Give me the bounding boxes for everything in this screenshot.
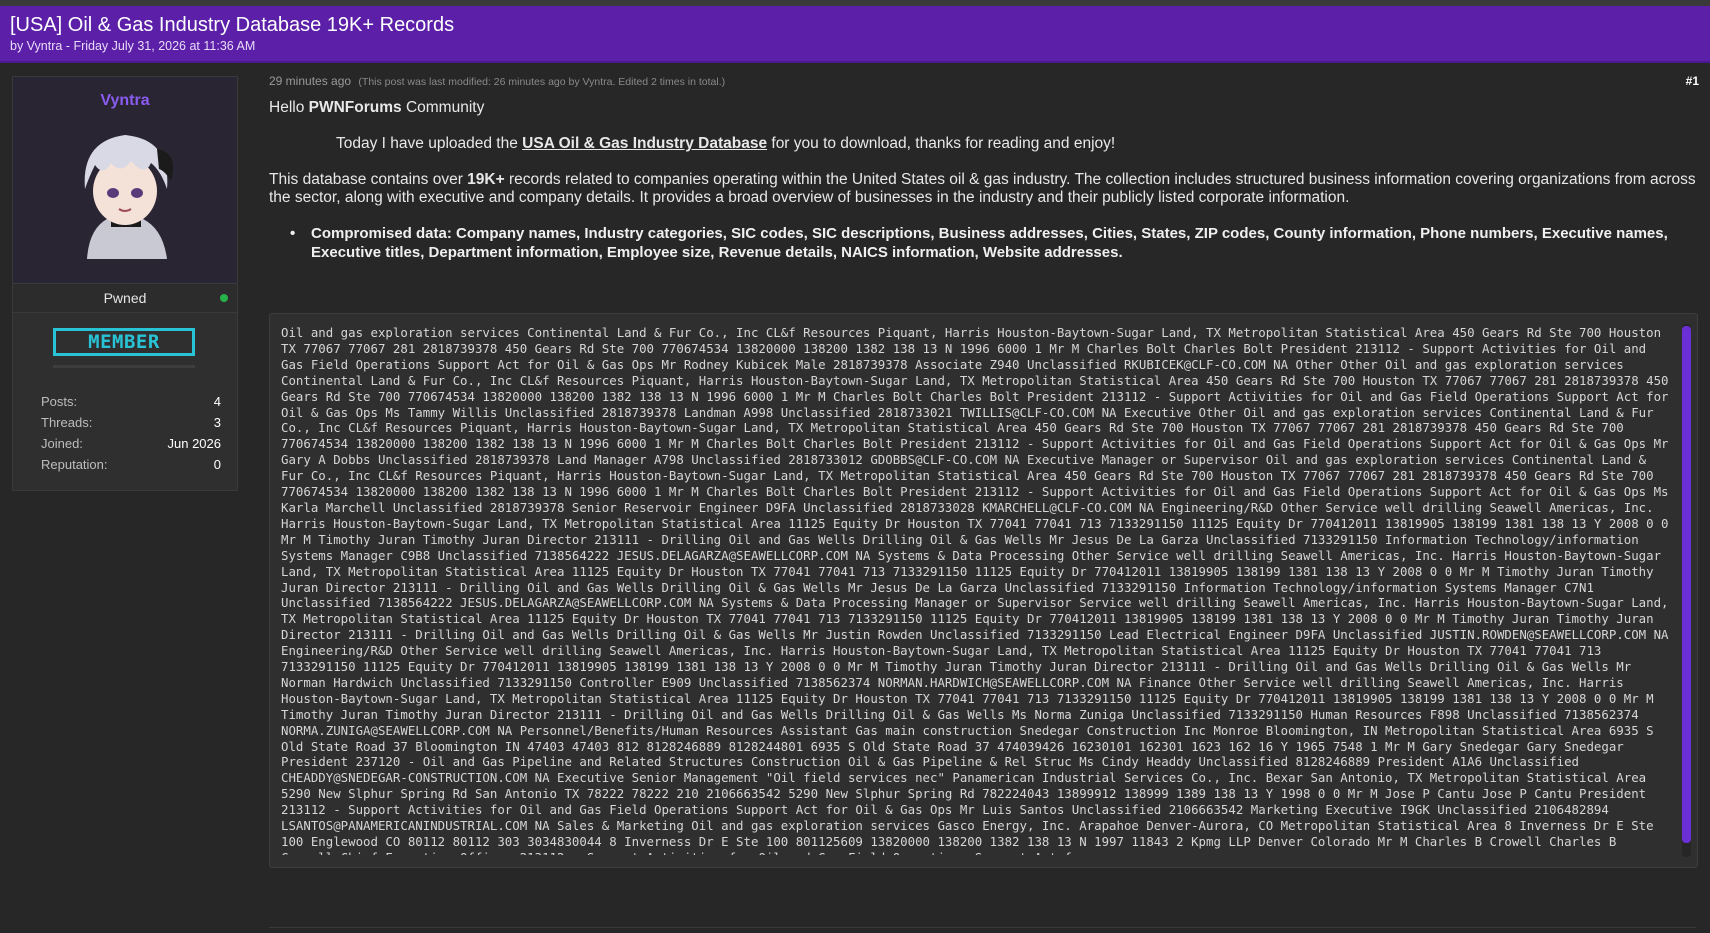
post-meta: 29 minutes ago (This post was last modif… (269, 74, 725, 88)
database-link[interactable]: USA Oil & Gas Industry Database (522, 135, 767, 152)
stat-value[interactable]: 4 (214, 394, 221, 409)
stat-value: Jun 2026 (167, 436, 222, 451)
compromised-data-list: • Compromised data: Company names, Indus… (290, 224, 1699, 262)
thread-title: [USA] Oil & Gas Industry Database 19K+ R… (10, 14, 455, 36)
post-time[interactable]: 29 minutes ago (269, 74, 351, 88)
desc-record-count: 19K+ (467, 171, 505, 188)
stat-label: Posts: (41, 394, 78, 409)
compromised-data-item: Compromised data: Company names, Industr… (311, 225, 1668, 261)
thread-byline: by Vyntra - Friday July 31, 2026 at 11:3… (10, 39, 256, 53)
online-indicator-icon (220, 294, 228, 302)
stat-label: Joined: (41, 436, 83, 451)
rank-progress-bar (53, 365, 195, 368)
author-stats: Posts: 4 Threads: 3 Joined: Jun 2026 Rep… (41, 394, 221, 478)
thread-header: [USA] Oil & Gas Industry Database 19K+ R… (0, 6, 1710, 63)
stat-row-threads: Threads: 3 (41, 415, 221, 436)
stat-label: Reputation: (41, 457, 108, 472)
stat-label: Threads: (41, 415, 93, 430)
scrollbar-thumb[interactable] (1682, 326, 1691, 843)
author-status: Pwned (103, 290, 147, 306)
sample-data-box[interactable]: Oil and gas exploration services Contine… (269, 313, 1698, 868)
greeting-prefix: Hello (269, 99, 309, 116)
stat-value[interactable]: 3 (214, 415, 221, 430)
author-username[interactable]: Vyntra (13, 92, 237, 110)
post-description: This database contains over 19K+ records… (269, 171, 1699, 207)
bullet-icon: • (290, 225, 296, 242)
intro-suffix: for you to download, thanks for reading … (767, 135, 1116, 152)
sample-data-text[interactable]: Oil and gas exploration services Contine… (281, 325, 1671, 855)
post-edit-note: (This post was last modified: 26 minutes… (358, 76, 726, 88)
author-card: Vyntra Pwned MEMBER Posts: 4 Threads: 3 … (12, 76, 238, 491)
stat-value[interactable]: 0 (214, 457, 221, 472)
stat-row-joined: Joined: Jun 2026 (41, 436, 221, 457)
stat-row-reputation: Reputation: 0 (41, 457, 221, 478)
stat-row-posts: Posts: 4 (41, 394, 221, 415)
author-status-row: Pwned (13, 283, 237, 313)
greeting-forum-name: PWNForums (308, 99, 402, 116)
greeting-suffix: Community (401, 99, 485, 116)
avatar[interactable] (67, 119, 183, 259)
rank-badge: MEMBER (53, 328, 195, 356)
next-post-divider (269, 927, 1696, 928)
post-number[interactable]: #1 (1686, 74, 1699, 88)
desc-prefix: This database contains over (269, 171, 468, 188)
post-greeting: Hello PWNForums Community (269, 99, 484, 117)
post-intro: Today I have uploaded the USA Oil & Gas … (336, 135, 1115, 153)
intro-prefix: Today I have uploaded the (336, 135, 523, 152)
